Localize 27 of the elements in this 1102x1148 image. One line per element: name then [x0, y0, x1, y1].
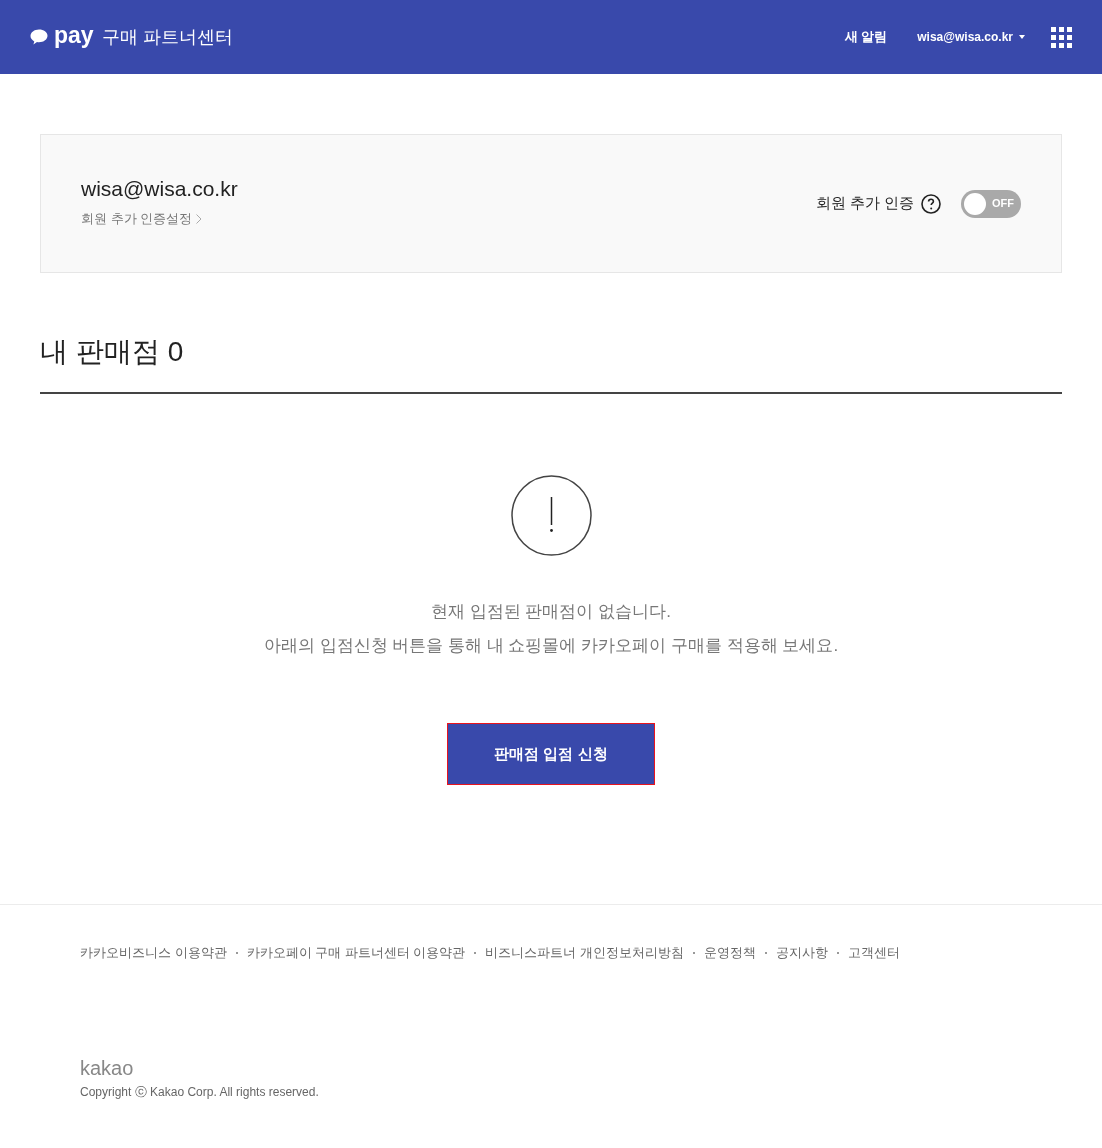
- empty-message: 아래의 입점신청 버튼을 통해 내 쇼핑몰에 카카오페이 구매를 적용해 보세요.: [263, 635, 839, 657]
- apply-store-button[interactable]: 판매점 입점 신청: [447, 723, 655, 785]
- empty-message: 현재 입점된 판매점이 없습니다.: [431, 601, 671, 623]
- exclamation-circle-icon: [510, 475, 592, 556]
- account-menu[interactable]: wisa@wisa.co.kr: [917, 28, 1025, 46]
- footer-link[interactable]: 공지사항: [776, 943, 829, 963]
- footer-link[interactable]: 비즈니스파트너 개인정보처리방침: [485, 943, 685, 963]
- logo-text[interactable]: pay: [54, 24, 94, 47]
- chevron-right-icon: [196, 214, 203, 224]
- account-email: wisa@wisa.co.kr: [81, 178, 238, 200]
- auth-settings-link[interactable]: 회원 추가 인증설정: [81, 209, 203, 229]
- footer-link[interactable]: 카카오페이 구매 파트너센터 이용약관: [246, 943, 466, 963]
- caret-icon: [1019, 35, 1025, 39]
- kakao-logo: kakao: [80, 1056, 134, 1079]
- footer-link[interactable]: 운영정책: [704, 943, 757, 963]
- service-name: 구매 파트너센터: [101, 28, 233, 46]
- speech-bubble-icon: [30, 29, 48, 45]
- copyright-text: Copyright ⓒ Kakao Corp. All rights reserved.: [80, 1083, 319, 1101]
- footer-link[interactable]: 카카오비즈니스 이용약관: [80, 943, 227, 963]
- stores-title: 내 판매점: [40, 335, 160, 369]
- apps-grid-icon[interactable]: [1051, 26, 1072, 48]
- notifications-link[interactable]: 새 알림: [844, 27, 888, 47]
- auth-label: 회원 추가 인증: [815, 193, 914, 214]
- footer-link[interactable]: 고객센터: [848, 943, 901, 963]
- help-icon[interactable]: [921, 193, 941, 214]
- stores-count: 0: [167, 335, 184, 369]
- toggle-knob-icon: [964, 192, 986, 215]
